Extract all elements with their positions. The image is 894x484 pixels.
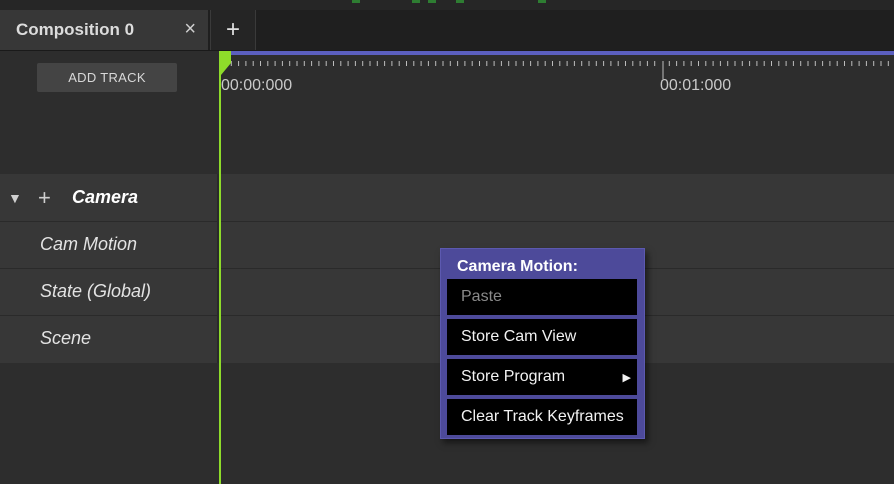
ruler-ticks bbox=[223, 61, 889, 79]
menu-item-label: Store Program bbox=[461, 368, 566, 385]
track-name: Cam Motion bbox=[40, 234, 138, 254]
menu-item-label: Store Cam View bbox=[461, 328, 577, 345]
time-label-start: 00:00:000 bbox=[221, 77, 293, 94]
submenu-arrow-icon: ▶ bbox=[622, 371, 631, 384]
time-label-1s: 00:01:000 bbox=[660, 77, 732, 94]
menu-item-store-cam-view[interactable]: Store Cam View bbox=[447, 319, 637, 355]
menu-item-label: Paste bbox=[461, 288, 502, 305]
add-track-button[interactable]: ADD TRACK bbox=[37, 63, 177, 92]
close-icon[interactable]: × bbox=[184, 18, 196, 41]
context-menu: Camera Motion: Paste Store Cam View Stor… bbox=[440, 248, 645, 439]
top-strip bbox=[0, 0, 894, 10]
menu-item-paste: Paste bbox=[447, 279, 637, 315]
menu-item-clear-track-keyframes[interactable]: Clear Track Keyframes bbox=[447, 399, 637, 435]
tab-bar: Composition 0 × + bbox=[0, 10, 894, 51]
top-indicator bbox=[538, 0, 546, 3]
menu-item-store-program[interactable]: Store Program ▶ bbox=[447, 359, 637, 395]
plus-icon: + bbox=[225, 16, 240, 43]
tab-composition-0[interactable]: Composition 0 × bbox=[0, 10, 208, 50]
track-row-scene[interactable]: Scene bbox=[0, 315, 217, 362]
top-indicator bbox=[352, 0, 360, 3]
top-indicator bbox=[412, 0, 420, 3]
plus-icon[interactable]: + bbox=[38, 186, 51, 209]
context-menu-title: Camera Motion: bbox=[457, 258, 578, 275]
add-tab-button[interactable]: + bbox=[210, 10, 256, 50]
track-row-cam-motion[interactable]: Cam Motion bbox=[0, 221, 217, 268]
menu-item-label: Clear Track Keyframes bbox=[461, 408, 624, 425]
track-group-name: Camera bbox=[72, 187, 139, 207]
track-name: Scene bbox=[40, 328, 92, 348]
collapse-triangle-icon[interactable]: ▼ bbox=[8, 190, 22, 206]
track-row-state-global[interactable]: State (Global) bbox=[0, 268, 217, 315]
top-indicator bbox=[456, 0, 464, 3]
tab-label: Composition 0 bbox=[16, 20, 135, 39]
track-header-panel: ADD TRACK bbox=[0, 51, 219, 174]
playhead-line[interactable] bbox=[219, 51, 221, 484]
track-name: State (Global) bbox=[40, 281, 152, 301]
top-indicator bbox=[428, 0, 436, 3]
track-group-camera[interactable]: ▼ + Camera bbox=[0, 174, 217, 221]
timeline-ruler[interactable]: 00:00:000 00:01:000 bbox=[221, 51, 894, 174]
